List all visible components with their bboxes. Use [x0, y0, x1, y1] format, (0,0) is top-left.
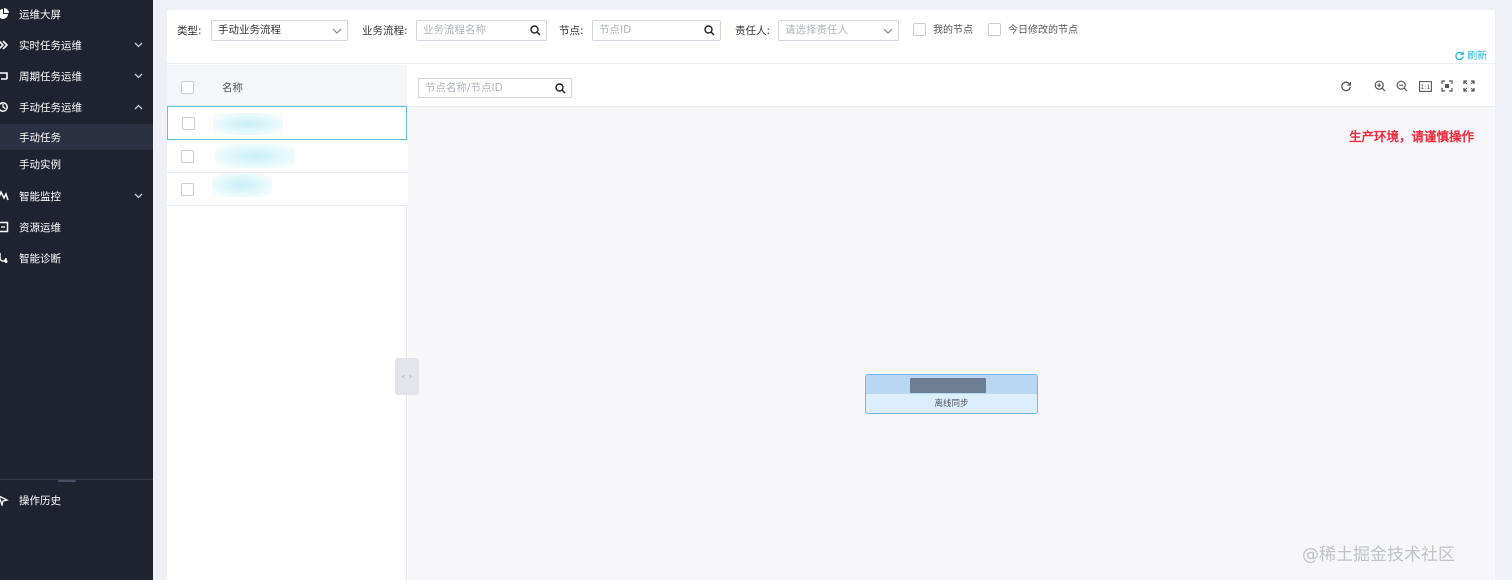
diagnose-icon	[0, 252, 9, 264]
sidebar-divider	[0, 479, 153, 480]
task-list-panel: 名称	[167, 65, 407, 580]
cycle-icon	[0, 70, 9, 82]
sidebar-item-history[interactable]: 操作历史	[0, 486, 153, 514]
flow-label: 业务流程:	[362, 25, 408, 37]
node-label: 节点:	[559, 25, 584, 37]
type-select-value: 手动业务流程	[218, 24, 281, 36]
search-icon[interactable]	[704, 21, 715, 40]
row-checkbox[interactable]	[181, 150, 194, 163]
type-select[interactable]: 手动业务流程	[211, 20, 348, 41]
zoom-out-icon[interactable]	[1396, 80, 1408, 92]
sidebar-item-label: 智能诊断	[19, 252, 61, 265]
sidebar-item-label: 智能监控	[19, 190, 61, 203]
sidebar: 运维大屏 实时任务运维 周期任务运维 手动任务运维 手动任务 手动实例 智能监控…	[0, 0, 153, 580]
fit-view-icon[interactable]	[1441, 80, 1453, 92]
sidebar-item-manual-instance[interactable]: 手动实例	[0, 151, 153, 177]
today-modified-checkbox[interactable]	[988, 23, 1001, 36]
monitor-icon	[0, 190, 9, 202]
main-content: 类型: 手动业务流程 业务流程: 业务流程名称 节点: 节点ID 责任人: 请选…	[167, 10, 1495, 580]
owner-select[interactable]: 请选择责任人	[778, 20, 899, 41]
table-row[interactable]	[167, 140, 407, 173]
chevron-right-icon: ›	[409, 372, 413, 381]
actual-size-icon[interactable]: 1:1	[1418, 80, 1432, 92]
chevron-up-icon	[133, 102, 143, 112]
sidebar-item-realtime-ops[interactable]: 实时任务运维	[0, 31, 153, 59]
sidebar-item-label: 运维大屏	[19, 8, 61, 21]
sidebar-item-label: 手动实例	[19, 158, 61, 171]
watermark: @稀土掘金技术社区	[1302, 545, 1455, 565]
sidebar-item-cycle-ops[interactable]: 周期任务运维	[0, 62, 153, 90]
chevron-down-icon	[332, 21, 342, 40]
table-row[interactable]	[167, 173, 407, 206]
sidebar-item-label: 操作历史	[19, 494, 61, 507]
redacted-node-name	[910, 378, 986, 393]
production-warning: 生产环境，请谨慎操作	[1349, 129, 1475, 144]
zoom-ratio-text: 1:1	[1420, 84, 1430, 91]
dag-node-type: 离线同步	[934, 399, 969, 409]
search-icon[interactable]	[555, 79, 566, 97]
row-checkbox[interactable]	[181, 183, 194, 196]
sidebar-item-manual-ops[interactable]: 手动任务运维	[0, 93, 153, 121]
graph-node-search-placeholder: 节点名称/节点ID	[425, 82, 503, 94]
realtime-icon	[0, 39, 9, 51]
refresh-icon	[1455, 51, 1467, 62]
today-modified-label: 今日修改的节点	[1008, 25, 1078, 36]
filter-bar: 类型: 手动业务流程 业务流程: 业务流程名称 节点: 节点ID 责任人: 请选…	[167, 10, 1495, 64]
sidebar-item-label: 周期任务运维	[19, 70, 82, 83]
owner-label: 责任人:	[735, 25, 771, 37]
owner-select-placeholder: 请选择责任人	[785, 24, 848, 36]
table-row[interactable]	[167, 106, 407, 140]
node-search-input[interactable]: 节点ID	[592, 20, 721, 41]
pie-chart-icon	[0, 8, 9, 20]
chevron-down-icon	[883, 21, 893, 40]
dag-node[interactable]: 离线同步	[865, 374, 1038, 414]
dag-graph-panel: 节点名称/节点ID 1:1 生产环境，请谨慎操作 ‹ › 离线同步	[395, 65, 1495, 580]
sidebar-item-label: 手动任务运维	[19, 101, 82, 114]
sidebar-item-label: 资源运维	[19, 221, 61, 234]
redacted-name	[213, 113, 283, 135]
node-search-placeholder: 节点ID	[599, 24, 632, 36]
sidebar-item-label: 实时任务运维	[19, 39, 82, 52]
type-label: 类型:	[177, 25, 202, 37]
my-nodes-label: 我的节点	[933, 25, 973, 36]
manual-icon	[0, 101, 9, 113]
chevron-down-icon	[133, 71, 143, 81]
sidebar-item-label: 手动任务	[19, 131, 61, 144]
sidebar-item-manual-task[interactable]: 手动任务	[0, 124, 153, 150]
select-all-checkbox[interactable]	[181, 81, 194, 94]
zoom-in-icon[interactable]	[1374, 80, 1386, 92]
redacted-name	[212, 173, 272, 197]
column-header-name: 名称	[222, 82, 243, 94]
refresh-icon[interactable]	[1340, 80, 1352, 92]
fullscreen-icon[interactable]	[1463, 80, 1475, 92]
flow-search-placeholder: 业务流程名称	[423, 24, 486, 36]
refresh-button[interactable]: 刷新	[1455, 47, 1487, 62]
sidebar-item-ops-dashboard[interactable]: 运维大屏	[0, 0, 153, 28]
sidebar-resize-handle[interactable]	[58, 480, 76, 482]
refresh-label: 刷新	[1467, 51, 1488, 62]
chevron-down-icon	[133, 40, 143, 50]
sidebar-item-resource-ops[interactable]: 资源运维	[0, 213, 153, 241]
chevron-down-icon	[133, 191, 143, 201]
my-nodes-checkbox[interactable]	[913, 23, 926, 36]
redacted-name	[215, 144, 295, 168]
resource-icon	[0, 221, 9, 233]
row-checkbox[interactable]	[182, 117, 195, 130]
search-icon[interactable]	[530, 21, 541, 40]
panel-collapse-handle[interactable]: ‹ ›	[395, 358, 419, 395]
chevron-left-icon: ‹	[401, 372, 405, 381]
flow-search-input[interactable]: 业务流程名称	[416, 20, 547, 41]
graph-toolbar: 节点名称/节点ID 1:1	[408, 65, 1495, 107]
sidebar-item-smart-monitor[interactable]: 智能监控	[0, 182, 153, 210]
sidebar-item-smart-diagnose[interactable]: 智能诊断	[0, 244, 153, 272]
history-icon	[0, 494, 9, 506]
task-list-header: 名称	[167, 65, 407, 106]
graph-node-search-input[interactable]: 节点名称/节点ID	[418, 78, 572, 98]
